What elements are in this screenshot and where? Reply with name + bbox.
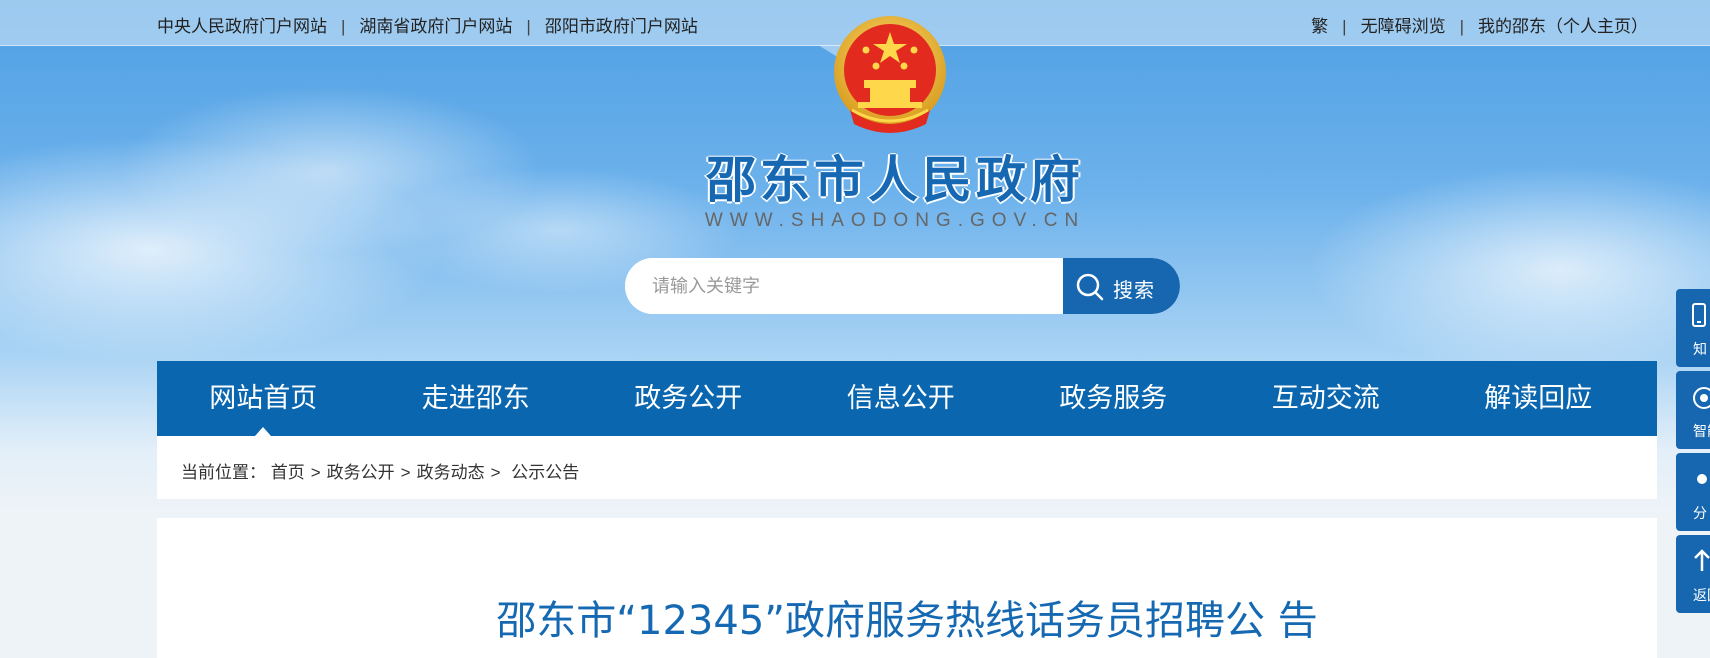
nav-item-interaction[interactable]: 互动交流 xyxy=(1220,361,1433,436)
search-button-label: 搜索 xyxy=(1113,280,1155,302)
arrow-up-icon xyxy=(1694,549,1710,571)
breadcrumb-announcements[interactable]: 公示公告 xyxy=(511,463,579,482)
link-shaoyang-gov[interactable]: 邵阳市政府门户网站 xyxy=(545,17,698,36)
my-shaodong-link[interactable]: 我的邵东（个人主页） xyxy=(1478,17,1648,36)
accessibility-link[interactable]: 无障碍浏览 xyxy=(1361,17,1446,36)
link-central-gov[interactable]: 中央人民政府门户网站 xyxy=(157,17,327,36)
separator: | xyxy=(341,17,346,36)
share-icon xyxy=(1697,474,1707,484)
top-links-left: 中央人民政府门户网站 | 湖南省政府门户网站 | 邵阳市政府门户网站 xyxy=(157,12,698,37)
link-hunan-gov[interactable]: 湖南省政府门户网站 xyxy=(359,17,512,36)
sidebar-item-back-to-top[interactable]: 返回 xyxy=(1676,535,1710,613)
breadcrumb-separator: > xyxy=(310,463,321,482)
article-panel: 邵东市“12345”政府服务热线话务员招聘公 告 xyxy=(157,518,1657,658)
sidebar-item-share[interactable]: 分 xyxy=(1676,453,1710,531)
article-title: 邵东市“12345”政府服务热线话务员招聘公 告 xyxy=(496,598,1318,644)
sidebar-item-label: 返回 xyxy=(1693,587,1710,603)
breadcrumb-gov-affairs[interactable]: 政务公开 xyxy=(327,463,395,482)
breadcrumb: 当前位置： 首页 > 政务公开 > 政务动态 > 公示公告 xyxy=(157,436,1657,499)
site-url: WWW.SHAODONG.GOV.CN xyxy=(704,210,1086,231)
separator: | xyxy=(1459,17,1464,36)
main-nav: 网站首页 走进邵东 政务公开 信息公开 政务服务 互动交流 解读回应 xyxy=(157,361,1657,436)
phone-icon xyxy=(1692,303,1706,327)
traditional-chinese-toggle[interactable]: 繁 xyxy=(1311,17,1328,36)
nav-item-gov-affairs[interactable]: 政务公开 xyxy=(582,361,795,436)
nav-item-home[interactable]: 网站首页 xyxy=(157,361,370,436)
sidebar-item-phone[interactable]: 知 xyxy=(1676,289,1710,367)
sidebar-item-label: 智能 xyxy=(1693,423,1710,439)
breadcrumb-separator: > xyxy=(400,463,411,482)
search-bar: 搜索 xyxy=(625,258,1180,314)
nav-item-info-disclosure[interactable]: 信息公开 xyxy=(795,361,1008,436)
search-input[interactable] xyxy=(625,258,1063,314)
sidebar-item-robot[interactable]: 智能 xyxy=(1676,371,1710,449)
robot-icon xyxy=(1693,387,1710,409)
nav-item-gov-services[interactable]: 政务服务 xyxy=(1007,361,1220,436)
sidebar-item-label: 分 xyxy=(1693,505,1707,521)
breadcrumb-gov-news[interactable]: 政务动态 xyxy=(417,463,485,482)
breadcrumb-separator: > xyxy=(490,463,501,482)
separator: | xyxy=(1342,17,1347,36)
search-icon xyxy=(1076,273,1104,301)
site-title: 邵东市人民政府 xyxy=(706,150,1084,209)
sidebar-item-label: 知 xyxy=(1693,341,1707,357)
nav-item-interpretation[interactable]: 解读回应 xyxy=(1432,361,1645,436)
search-button[interactable]: 搜索 xyxy=(1063,258,1180,314)
breadcrumb-prefix: 当前位置： xyxy=(181,463,266,482)
national-emblem-icon xyxy=(834,16,946,133)
nav-item-about[interactable]: 走进邵东 xyxy=(370,361,583,436)
floating-sidebar: 知 智能 分 返回 xyxy=(1676,289,1710,617)
breadcrumb-home[interactable]: 首页 xyxy=(271,463,305,482)
separator: | xyxy=(526,17,531,36)
top-links-right: 繁 | 无障碍浏览 | 我的邵东（个人主页） xyxy=(1311,12,1648,37)
